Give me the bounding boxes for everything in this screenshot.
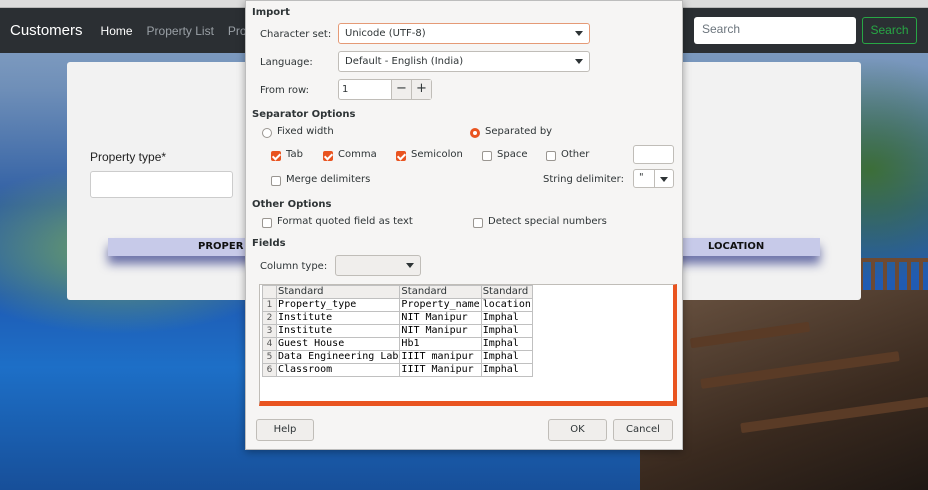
row-number: 1	[262, 298, 277, 312]
ok-button[interactable]: OK	[548, 419, 607, 441]
column-type-dropdown[interactable]	[335, 255, 421, 276]
column-header[interactable]: Standard	[275, 285, 401, 299]
table-header-location: LOCATION	[708, 241, 765, 252]
table-cell: Property_type	[275, 298, 401, 312]
string-delimiter-dropdown[interactable]: "	[633, 169, 674, 188]
table-cell: Guest House	[275, 337, 401, 351]
nav-property-list-link[interactable]: Property List	[147, 24, 214, 38]
merge-delimiters-checkbox[interactable]	[271, 176, 281, 186]
other-checkbox[interactable]	[546, 151, 556, 161]
space-label: Space	[497, 149, 528, 160]
fixed-width-radio[interactable]	[262, 128, 272, 138]
table-cell: IIIT Manipur	[399, 363, 482, 377]
chevron-down-icon	[575, 59, 583, 64]
chevron-down-icon	[575, 31, 583, 36]
tab-label: Tab	[286, 149, 303, 160]
semicolon-label: Semicolon	[411, 149, 463, 160]
column-type-label: Column type:	[260, 261, 328, 272]
nav-search-input[interactable]: Search	[694, 17, 856, 44]
table-row: 5 Data Engineering Lab IIIT manipur Imph…	[262, 350, 533, 364]
string-delimiter-value: "	[639, 172, 644, 183]
comma-label: Comma	[338, 149, 377, 160]
property-type-input[interactable]	[90, 171, 233, 198]
row-number: 2	[262, 311, 277, 325]
table-cell: Imphal	[480, 350, 533, 364]
other-options-title: Other Options	[252, 199, 332, 210]
chevron-down-icon	[660, 177, 668, 182]
merge-delimiters-label: Merge delimiters	[286, 174, 371, 185]
table-cell: Data Engineering Lab	[275, 350, 401, 364]
corner-cell	[262, 285, 277, 299]
fields-section-title: Fields	[252, 238, 286, 249]
table-cell: Hb1	[399, 337, 482, 351]
text-import-dialog: Import Character set: Unicode (UTF-8) La…	[245, 0, 683, 450]
table-cell: IIIT manipur	[399, 350, 482, 364]
from-row-label: From row:	[260, 85, 309, 96]
row-number: 5	[262, 350, 277, 364]
table-cell: Classroom	[275, 363, 401, 377]
other-label: Other	[561, 149, 590, 160]
separated-by-radio[interactable]	[470, 128, 480, 138]
preview-grid[interactable]: Standard Standard Standard 1 Property_ty…	[259, 284, 677, 406]
increment-button[interactable]: +	[411, 80, 431, 99]
property-type-label: Property type*	[90, 150, 167, 164]
table-cell: NIT Manipur	[399, 324, 482, 338]
charset-value: Unicode (UTF-8)	[345, 28, 426, 39]
nav-search-button[interactable]: Search	[862, 17, 917, 44]
separated-by-label: Separated by	[485, 126, 553, 137]
table-cell: Property_name	[399, 298, 482, 312]
table-row: 3 Institute NIT Manipur Imphal	[262, 324, 533, 338]
language-value: Default - English (India)	[345, 56, 464, 67]
format-quoted-label: Format quoted field as text	[277, 216, 413, 227]
column-header[interactable]: Standard	[480, 285, 533, 299]
navbar-brand[interactable]: Customers	[10, 22, 83, 39]
tab-checkbox[interactable]	[271, 151, 281, 161]
from-row-spinner[interactable]: 1 − +	[338, 79, 432, 100]
table-cell: Imphal	[480, 363, 533, 377]
space-checkbox[interactable]	[482, 151, 492, 161]
row-number: 4	[262, 337, 277, 351]
table-cell: location	[480, 298, 533, 312]
detect-special-label: Detect special numbers	[488, 216, 607, 227]
pool-deck	[640, 290, 928, 490]
from-row-value: 1	[342, 84, 349, 95]
semicolon-checkbox[interactable]	[396, 151, 406, 161]
charset-dropdown[interactable]: Unicode (UTF-8)	[338, 23, 590, 44]
format-quoted-checkbox[interactable]	[262, 218, 272, 228]
table-cell: Institute	[275, 324, 401, 338]
preview-table: Standard Standard Standard 1 Property_ty…	[262, 285, 533, 377]
charset-label: Character set:	[260, 29, 332, 40]
table-cell: Imphal	[480, 311, 533, 325]
fixed-width-label: Fixed width	[277, 126, 334, 137]
dropdown-divider	[654, 170, 655, 187]
row-number: 3	[262, 324, 277, 338]
comma-checkbox[interactable]	[323, 151, 333, 161]
other-separator-input[interactable]	[633, 145, 674, 164]
column-header[interactable]: Standard	[399, 285, 482, 299]
help-button[interactable]: Help	[256, 419, 314, 441]
table-cell: Imphal	[480, 337, 533, 351]
table-header-property: PROPER	[198, 241, 244, 252]
table-row: Standard Standard Standard	[262, 285, 533, 299]
language-label: Language:	[260, 57, 313, 68]
table-row: 1 Property_type Property_name location	[262, 298, 533, 312]
chevron-down-icon	[406, 263, 414, 268]
import-section-title: Import	[252, 7, 290, 18]
row-number: 6	[262, 363, 277, 377]
table-cell: Imphal	[480, 324, 533, 338]
separator-section-title: Separator Options	[252, 109, 356, 120]
string-delimiter-label: String delimiter:	[543, 174, 624, 185]
table-cell: NIT Manipur	[399, 311, 482, 325]
cancel-button[interactable]: Cancel	[613, 419, 673, 441]
table-row: 6 Classroom IIIT Manipur Imphal	[262, 363, 533, 377]
table-row: 4 Guest House Hb1 Imphal	[262, 337, 533, 351]
detect-special-checkbox[interactable]	[473, 218, 483, 228]
language-dropdown[interactable]: Default - English (India)	[338, 51, 590, 72]
table-cell: Institute	[275, 311, 401, 325]
table-row: 2 Institute NIT Manipur Imphal	[262, 311, 533, 325]
decrement-button[interactable]: −	[391, 80, 411, 99]
nav-home-link[interactable]: Home	[101, 24, 133, 38]
